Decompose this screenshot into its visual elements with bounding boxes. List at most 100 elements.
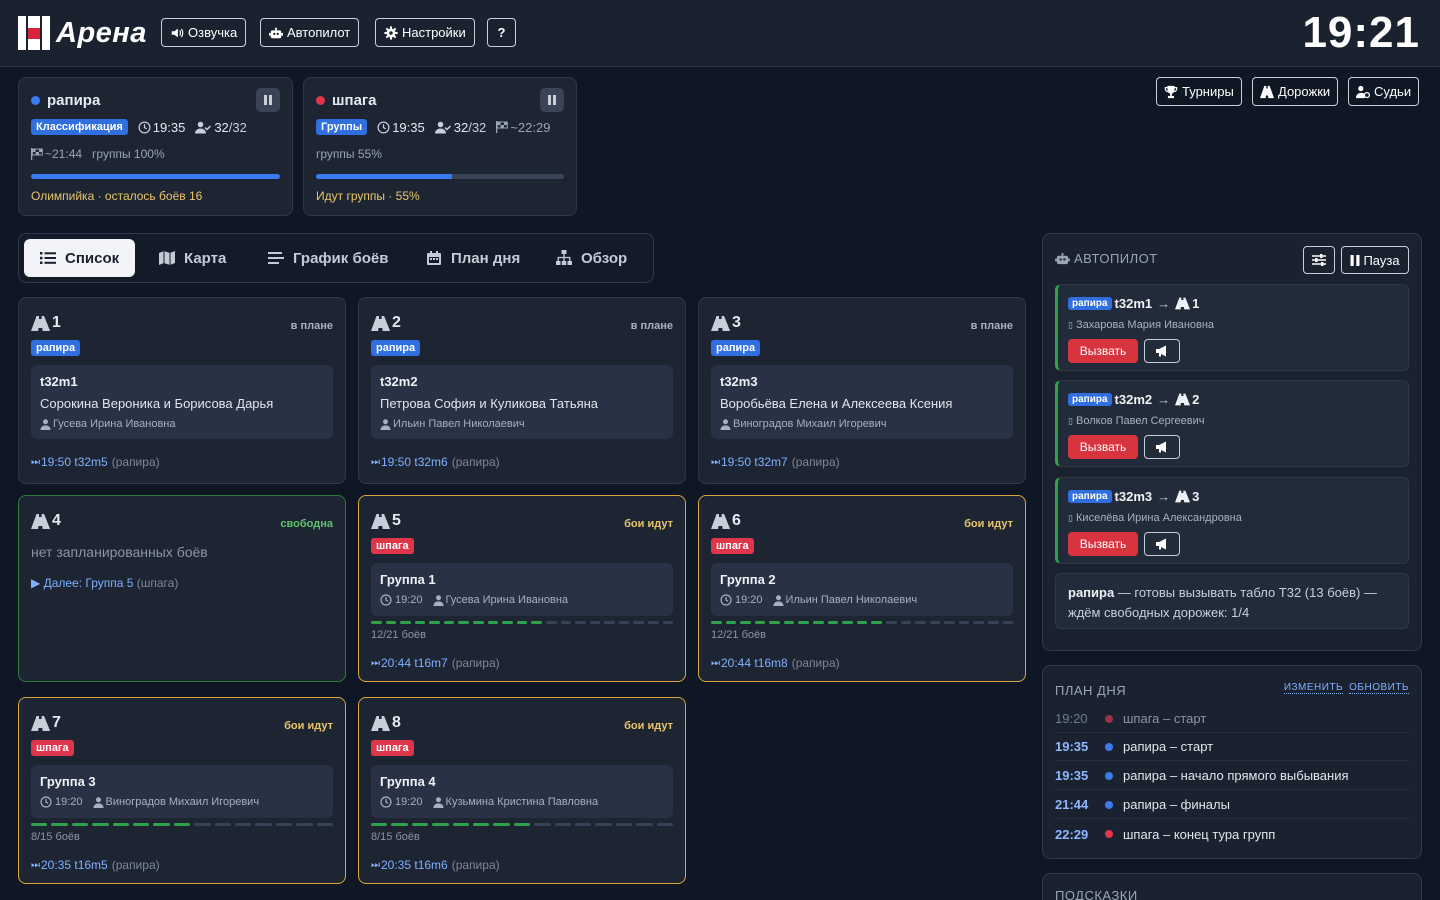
arrow-icon: → (1157, 392, 1171, 407)
lane-card-4[interactable]: 4 свободна нет запланированных боёв ▶ Да… (18, 495, 346, 682)
plan-dot (1105, 800, 1113, 809)
announce-button[interactable] (1144, 435, 1180, 459)
call-item: рапира t32m2 → 2 ▯ Волков Павел Сергееви… (1055, 380, 1409, 467)
progress-segment (618, 621, 630, 624)
progress-segment (371, 621, 382, 624)
autopilot-settings-button[interactable] (1303, 246, 1335, 274)
weapon-badge: рапира (1068, 297, 1112, 310)
event-pause-button[interactable] (540, 88, 564, 112)
progress-segment (400, 621, 411, 624)
autopilot-note: рапира — готовы вызывать табло Т32 (13 б… (1055, 573, 1409, 629)
progress-segment (754, 621, 766, 624)
megaphone-icon (1156, 441, 1166, 453)
referee-name: Виноградов Михаил Игоревич (105, 796, 260, 808)
lane-card-5[interactable]: 5 бои идут шпага Группа 1 19:20 Гусева И… (358, 495, 686, 682)
autopilot-pause-button[interactable]: Пауза (1341, 246, 1409, 274)
call-button[interactable]: Вызвать (1068, 435, 1138, 459)
event-card-epee[interactable]: шпага Группы 19:35 32/32 ~22:29 группы 5… (303, 77, 577, 216)
next-bout[interactable]: ⏭ 20:44 t16m7 (рапира) (371, 656, 500, 670)
call-button[interactable]: Вызвать (1068, 532, 1138, 556)
lane-card-8[interactable]: 8 бои идут шпага Группа 4 19:20 Кузьмина… (358, 697, 686, 884)
event-pause-button[interactable] (256, 88, 280, 112)
clock-icon (40, 796, 52, 808)
plan-text: шпага – конец тура групп (1123, 826, 1276, 842)
event-progress-fill (31, 174, 280, 179)
next-group-link[interactable]: ▶ Далее: Группа 5 (шпага) (31, 576, 178, 590)
current-group[interactable]: Группа 4 19:20 Кузьмина Кристина Павловн… (371, 765, 673, 818)
road-icon (1175, 297, 1191, 310)
tab-map[interactable]: Карта (143, 239, 242, 277)
tab-overview[interactable]: Обзор (540, 239, 643, 277)
plan-row: 21:44 рапира – финалы (1055, 791, 1409, 819)
current-bout[interactable]: t32m2 Петрова София и Куликова Татьяна И… (371, 365, 673, 439)
judges-button[interactable]: Судьи (1348, 77, 1420, 106)
referee-name: Волков Павел Сергеевич (1076, 415, 1205, 427)
next-bout-weapon: (рапира) (791, 455, 840, 469)
road-icon (31, 513, 50, 529)
group-meta: 19:20 Виноградов Михаил Игоревич (40, 796, 259, 808)
progress-segment (929, 621, 941, 624)
top-bar: Арена Озвучка Автопилот Настройки ? 19:2… (0, 0, 1440, 67)
weapon-badge: рапира (371, 340, 421, 356)
lane-card-7[interactable]: 7 бои идут шпага Группа 3 19:20 Виноград… (18, 697, 346, 884)
lane-card-6[interactable]: 6 бои идут шпага Группа 2 19:20 Ильин Па… (698, 495, 1026, 682)
current-group[interactable]: Группа 2 19:20 Ильин Павел Николаевич (711, 563, 1013, 616)
progress-segment (783, 621, 795, 624)
settings-button[interactable]: Настройки (375, 18, 475, 47)
weapon-badge: рапира (1068, 393, 1112, 406)
voice-button[interactable]: Озвучка (161, 18, 247, 47)
plan-time: 22:29 (1055, 826, 1089, 842)
event-card-foil[interactable]: рапира Классификация 19:35 32/32 ~21:44 … (18, 77, 293, 216)
lane-number: 3 (732, 314, 741, 331)
next-bout[interactable]: ⏭ 20:44 t16m8 (рапира) (711, 656, 840, 670)
event-progress-bar (316, 174, 564, 179)
autopilot-button[interactable]: Автопилот (260, 18, 360, 47)
plan-dot (1105, 714, 1113, 723)
tab-day-plan[interactable]: План дня (410, 239, 536, 277)
help-button[interactable]: ? (487, 18, 516, 47)
current-bout[interactable]: t32m1 Сорокина Вероника и Борисова Дарья… (31, 365, 333, 439)
progress-segment (71, 823, 89, 826)
announce-button[interactable] (1144, 339, 1180, 363)
tab-schedule[interactable]: График боёв (252, 239, 404, 277)
day-plan-panel: ПЛАН ДНЯ ИЗМЕНИТЬ ОБНОВИТЬ 19:20 шпага –… (1042, 665, 1422, 859)
next-bout[interactable]: ⏭ 19:50 t32m7 (рапира) (711, 455, 840, 469)
next-bout[interactable]: ⏭ 19:50 t32m5 (рапира) (31, 455, 160, 469)
next-bout[interactable]: ⏭ 20:35 t16m5 (рапира) (31, 858, 160, 872)
call-button[interactable]: Вызвать (1068, 339, 1138, 363)
current-bout[interactable]: t32m3 Воробьёва Елена и Алексеева Ксения… (711, 365, 1013, 439)
tournaments-button[interactable]: Турниры (1156, 77, 1242, 106)
lane-number: 2 (392, 314, 401, 331)
current-group[interactable]: Группа 1 19:20 Гусева Ирина Ивановна (371, 563, 673, 616)
tab-list[interactable]: Список (24, 239, 136, 277)
current-group[interactable]: Группа 3 19:20 Виноградов Михаил Игореви… (31, 765, 333, 818)
tab-label: Список (65, 249, 120, 267)
refresh-plan-link[interactable]: ОБНОВИТЬ (1349, 682, 1409, 694)
finish-flag-icon (31, 148, 43, 160)
plan-dot (1105, 742, 1113, 751)
progress-segment (900, 621, 912, 624)
announce-button[interactable] (1144, 532, 1180, 556)
lane-card-1[interactable]: 1 в плане рапира t32m1 Сорокина Вероника… (18, 297, 346, 484)
next-bout[interactable]: ⏭ 19:50 t32m6 (рапира) (371, 455, 500, 469)
lanes-button[interactable]: Дорожки (1252, 77, 1339, 106)
pause-icon (1350, 254, 1360, 266)
pause-icon (548, 95, 556, 105)
lane-title: 1 (31, 314, 61, 332)
group-progress-segments (371, 823, 674, 826)
groups-progress: группы 55% (316, 147, 382, 161)
call-referee: ▯ Волков Павел Сергеевич (1068, 415, 1204, 427)
progress-segment (513, 823, 531, 826)
road-icon (711, 513, 730, 529)
lane-card-3[interactable]: 3 в плане рапира t32m3 Воробьёва Елена и… (698, 297, 1026, 484)
referee-name: Гусева Ирина Ивановна (445, 594, 569, 606)
next-bout[interactable]: ⏭ 20:35 t16m6 (рапира) (371, 858, 500, 872)
plan-dot (1105, 830, 1113, 838)
lane-card-2[interactable]: 2 в плане рапира t32m2 Петрова София и К… (358, 297, 686, 484)
progress-segment (133, 823, 150, 826)
clock-icon (380, 796, 392, 808)
next-icon: ⏭ (371, 859, 380, 871)
lane-number: 6 (732, 512, 741, 529)
next-bout-weapon: (рапира) (111, 858, 160, 872)
edit-plan-link[interactable]: ИЗМЕНИТЬ (1283, 682, 1344, 694)
